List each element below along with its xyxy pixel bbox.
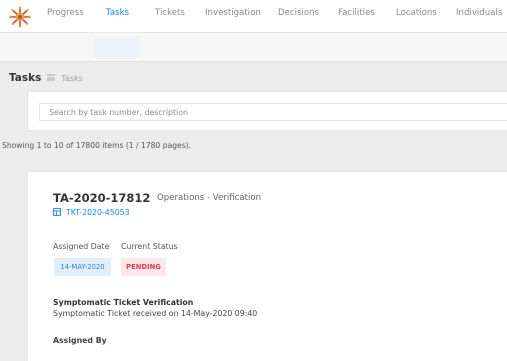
breadcrumb-current[interactable]: Tasks [61,74,82,83]
tab-investigation[interactable]: Investigation [205,8,261,18]
tab-progress[interactable]: Progress [47,8,84,18]
assigned-date-label: Assigned Date [53,242,110,251]
results-summary: Showing 1 to 10 of 17800 items (1 / 1780… [2,141,192,150]
task-title: Symptomatic Ticket Verification [53,298,194,307]
current-status-label: Current Status [121,242,178,251]
tab-locations[interactable]: Locations [396,8,437,18]
page-title: Tasks [9,72,42,84]
breadcrumb: Tasks Tasks [9,72,83,84]
task-card[interactable]: TA-2020-17812 Operations - Verification … [27,171,507,361]
task-id[interactable]: TA-2020-17812 [53,191,150,205]
ticket-number[interactable]: TKT-2020-45053 [66,208,130,217]
assigned-by-label: Assigned By [53,336,107,345]
main-nav [0,33,507,62]
ticket-icon [53,208,61,216]
task-type: Operations - Verification [157,193,262,203]
tab-decisions[interactable]: Decisions [278,8,319,18]
tab-active-highlight [94,36,140,58]
tab-tickets[interactable]: Tickets [155,8,185,18]
virus-logo-icon[interactable] [8,6,32,28]
tab-individuals[interactable]: Individuals [456,8,502,18]
tab-facilities[interactable]: Facilities [338,8,375,18]
status-badge: PENDING [121,258,166,276]
assigned-date-badge: 14-MAY-2020 [54,258,111,276]
tab-tasks[interactable]: Tasks [106,8,129,18]
task-description: Symptomatic Ticket received on 14-May-20… [53,309,258,318]
ticket-link[interactable]: TKT-2020-45053 [53,208,130,217]
search-input[interactable] [39,103,507,121]
list-icon [47,74,56,81]
search-panel [27,91,507,131]
